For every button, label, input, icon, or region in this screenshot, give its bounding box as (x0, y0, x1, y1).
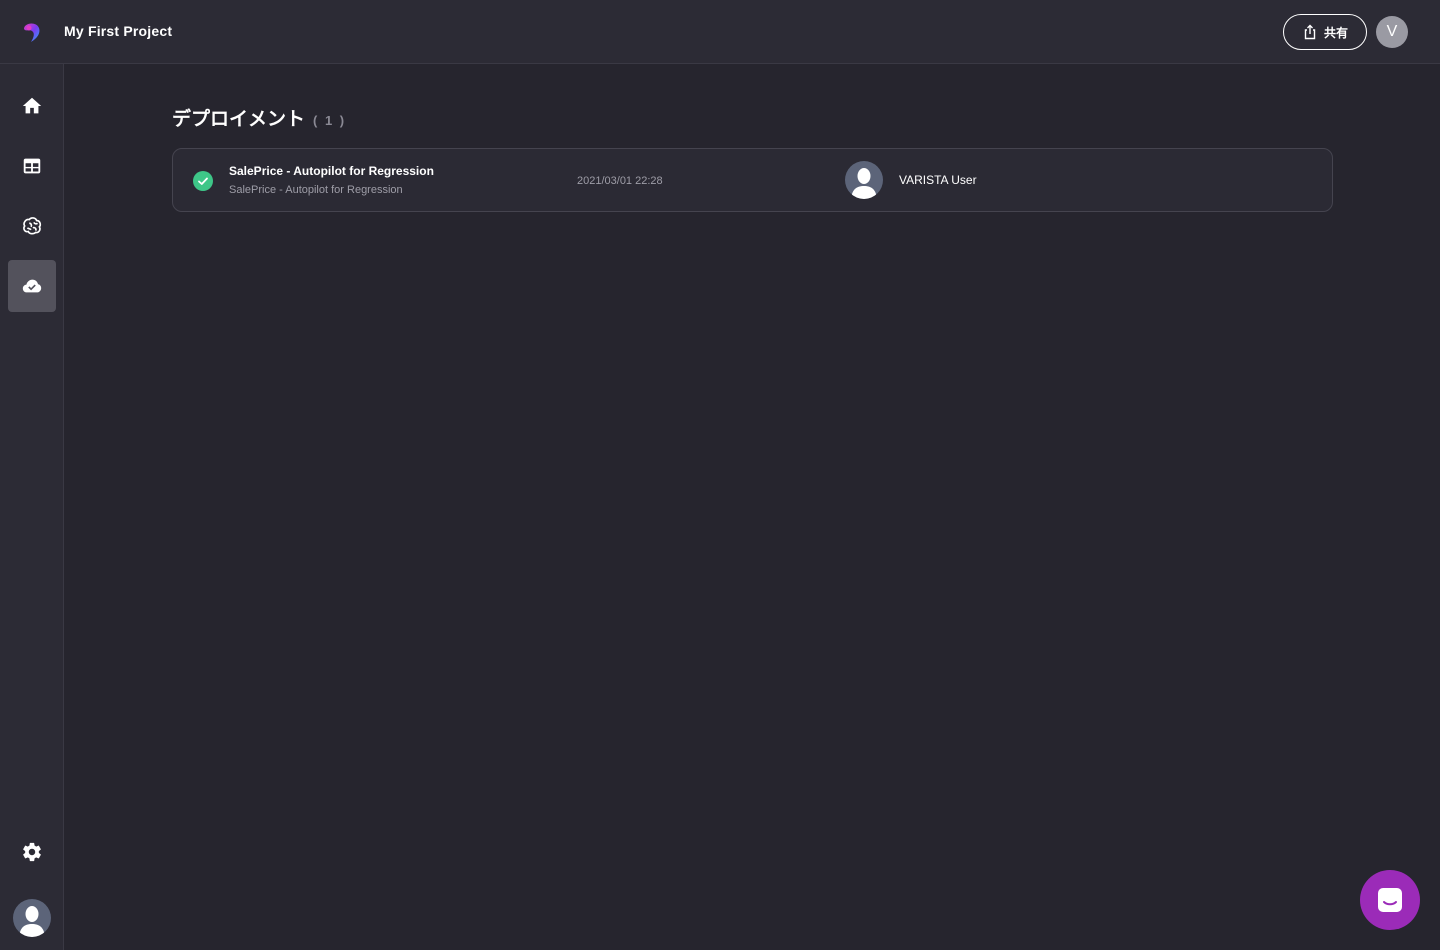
user-avatar-icon (845, 161, 883, 199)
deployment-subtitle: SalePrice - Autopilot for Regression (229, 184, 403, 196)
gear-icon (23, 842, 41, 862)
sidebar-item-models[interactable] (8, 200, 56, 252)
deployment-user: VARISTA User (899, 173, 977, 187)
brain-icon (23, 217, 42, 235)
share-button[interactable]: 共有 (1283, 14, 1367, 50)
app-logo-icon[interactable] (20, 20, 44, 44)
share-label: 共有 (1323, 25, 1348, 40)
sidebar-item-deployments[interactable] (8, 260, 56, 312)
user-avatar[interactable]: V (1376, 16, 1408, 48)
deployment-row[interactable]: SalePrice - Autopilot for Regression Sal… (172, 148, 1333, 212)
chat-launcher-button[interactable] (1360, 870, 1420, 930)
settings-button[interactable] (8, 826, 56, 878)
deployment-title: SalePrice - Autopilot for Regression (229, 164, 434, 178)
home-icon (22, 97, 42, 114)
top-bar: My First Project 共有 V (0, 0, 1440, 64)
status-success-icon (193, 171, 213, 191)
sidebar-item-home[interactable] (8, 80, 56, 132)
project-title: My First Project (64, 23, 173, 39)
deployment-count: ( 1 ) (313, 113, 347, 128)
table-icon (23, 158, 41, 174)
chat-icon (1378, 888, 1402, 912)
cloud-check-icon (22, 279, 42, 293)
share-icon (1304, 24, 1316, 40)
sidebar (0, 64, 64, 950)
page-heading: デプロイメント ( 1 ) (172, 104, 346, 131)
user-avatar-icon[interactable] (13, 899, 51, 937)
sidebar-item-datasets[interactable] (8, 140, 56, 192)
page-title: デプロイメント (172, 109, 306, 130)
deployment-date: 2021/03/01 22:28 (577, 175, 663, 187)
main-content: デプロイメント ( 1 ) SalePrice - Autopilot for … (64, 64, 1440, 950)
